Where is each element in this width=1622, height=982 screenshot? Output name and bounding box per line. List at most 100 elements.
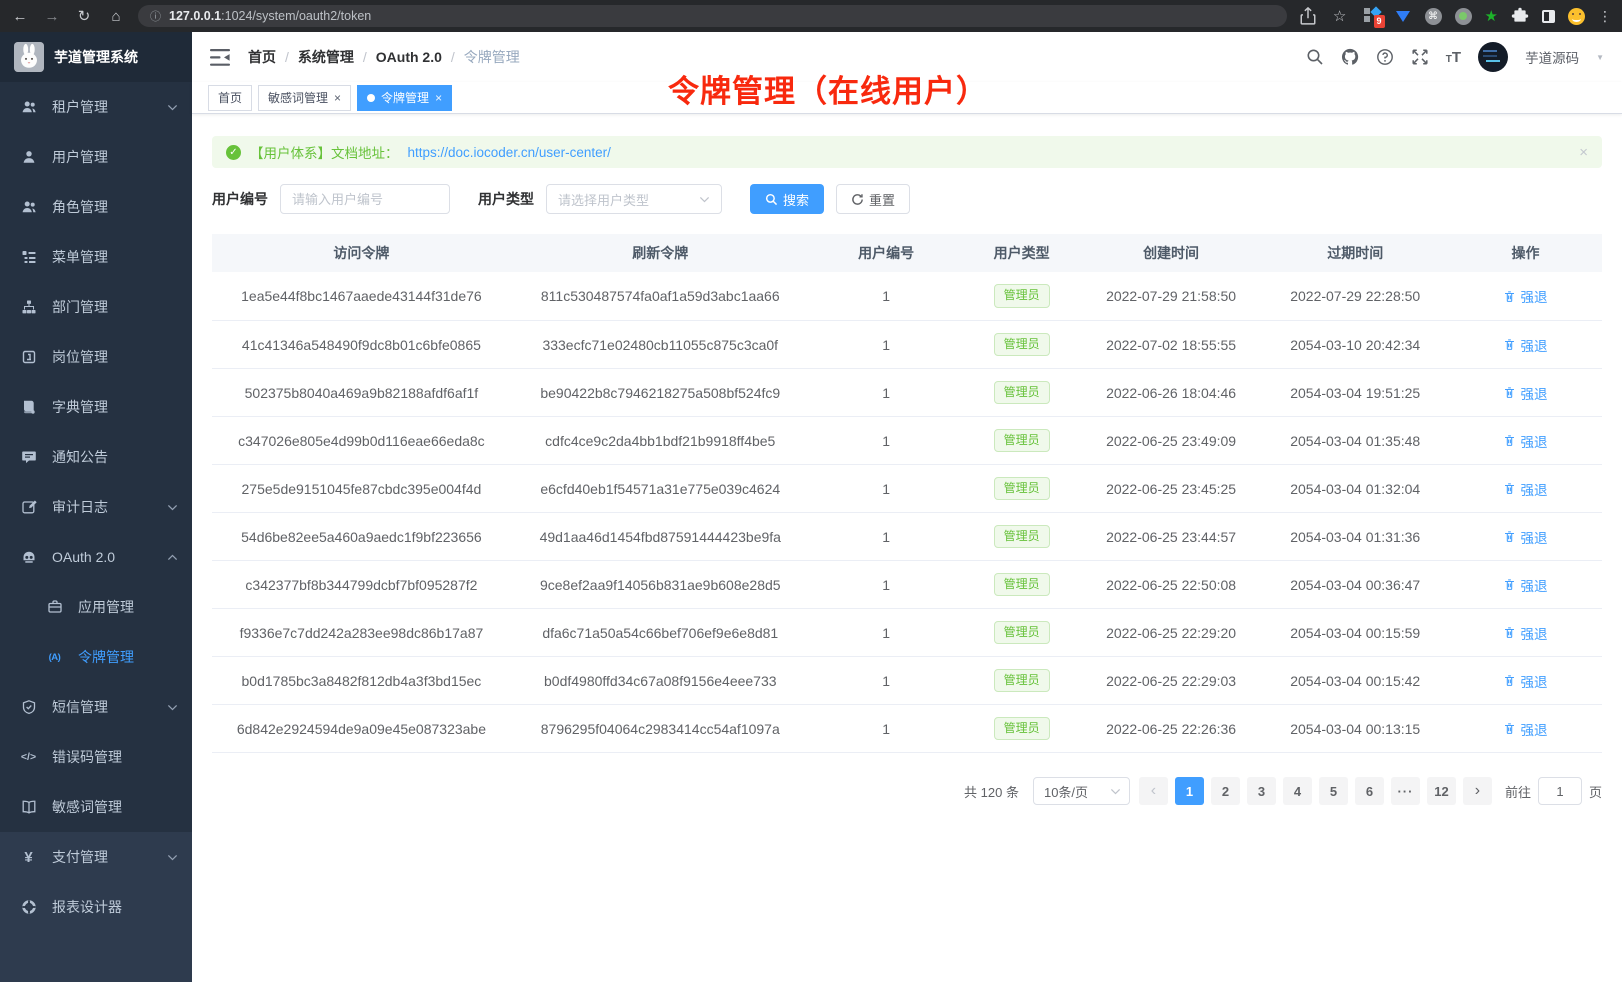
force-logout-button[interactable]: 强退 — [1503, 575, 1547, 595]
force-logout-button[interactable]: 强退 — [1503, 431, 1547, 451]
expires-cell: 2054-03-04 01:35:48 — [1261, 433, 1449, 449]
browser-menu-icon[interactable]: ⋮ — [1598, 8, 1612, 25]
sidebar-item-1[interactable]: 用户管理 — [0, 132, 192, 182]
profile-avatar-icon[interactable] — [1568, 8, 1585, 25]
tab-2[interactable]: 令牌管理× — [357, 85, 452, 111]
refresh-token-cell: 333ecfc71e02480cb11055c875c3ca0f — [511, 337, 810, 353]
page-button-5[interactable]: 5 — [1319, 777, 1348, 805]
close-icon[interactable]: × — [334, 92, 341, 104]
sidebar-item-10[interactable]: 短信管理 — [0, 682, 192, 732]
forward-icon[interactable]: → — [42, 8, 62, 25]
collapse-sidebar-icon[interactable] — [210, 49, 230, 66]
page-size-select[interactable]: 10条/页 — [1033, 777, 1130, 805]
report-lifebuoy-icon — [20, 899, 37, 916]
help-icon[interactable] — [1376, 48, 1394, 66]
force-logout-button[interactable]: 强退 — [1503, 335, 1547, 355]
alert-doc-link[interactable]: https://doc.iocoder.cn/user-center/ — [408, 145, 611, 160]
home-icon[interactable]: ⌂ — [106, 8, 126, 25]
page-button-4[interactable]: 4 — [1283, 777, 1312, 805]
username[interactable]: 芋道源码 — [1525, 47, 1579, 67]
prev-page-button[interactable]: ‹ — [1139, 777, 1168, 805]
back-icon[interactable]: ← — [10, 8, 30, 25]
user-type-select[interactable]: 请选择用户类型 — [546, 184, 722, 214]
force-logout-button[interactable]: 强退 — [1503, 527, 1547, 547]
reload-icon[interactable]: ↻ — [74, 7, 94, 25]
close-icon[interactable]: × — [435, 92, 442, 104]
search-button[interactable]: 搜索 — [750, 184, 824, 214]
sidebar-menu-bottom: ¥支付管理报表设计器 — [0, 832, 192, 982]
chevron-down-icon — [1110, 788, 1121, 795]
table-row: 502375b8040a469a9b82188afdf6af1fbe90422b… — [212, 368, 1602, 416]
command-extension-icon[interactable]: ⌘ — [1425, 8, 1442, 25]
tab-1[interactable]: 敏感词管理× — [258, 85, 351, 111]
sidebar-item-5[interactable]: 岗位管理 — [0, 332, 192, 382]
goto-page-input[interactable] — [1538, 777, 1582, 805]
sidebar-subitem-9-0[interactable]: 应用管理 — [0, 582, 192, 632]
page-button-1[interactable]: 1 — [1175, 777, 1204, 805]
sidebar-item-6[interactable]: 字典管理 — [0, 382, 192, 432]
app-logo-row[interactable]: 芋道管理系统 — [0, 32, 192, 82]
alert-close-icon[interactable]: × — [1579, 144, 1588, 161]
table-row: c347026e805e4d99b0d116eae66eda8ccdfc4ce9… — [212, 416, 1602, 464]
sidebar-item-9[interactable]: OAuth 2.0 — [0, 532, 192, 582]
force-logout-button[interactable]: 强退 — [1503, 286, 1547, 306]
chevron-down-icon — [167, 704, 178, 711]
breadcrumb-home[interactable]: 首页 — [248, 47, 276, 67]
side-panel-icon[interactable] — [1542, 10, 1555, 23]
user-type-tag: 管理员 — [994, 429, 1050, 453]
page-button-12[interactable]: 12 — [1427, 777, 1456, 805]
sidebar-item-12[interactable]: 敏感词管理 — [0, 782, 192, 832]
user-id-input[interactable] — [280, 184, 450, 214]
caret-down-icon[interactable]: ▼ — [1596, 53, 1604, 62]
force-logout-button[interactable]: 强退 — [1503, 671, 1547, 691]
recorder-extension-icon[interactable] — [1455, 8, 1472, 25]
star-extension-icon[interactable]: ★ — [1485, 7, 1498, 25]
sidebar-item-8[interactable]: 审计日志 — [0, 482, 192, 532]
user-id-label: 用户编号 — [212, 189, 268, 209]
filter-bar: 用户编号 用户类型 请选择用户类型 搜索 重置 — [212, 184, 1602, 214]
page-button-2[interactable]: 2 — [1211, 777, 1240, 805]
tab-0[interactable]: 首页 — [208, 85, 252, 111]
gem-extension-icon[interactable] — [1394, 7, 1412, 25]
sidebar-item-14[interactable]: 报表设计器 — [0, 882, 192, 932]
user-avatar[interactable] — [1478, 42, 1508, 72]
pager: ‹123456···12› — [1139, 777, 1492, 805]
page-button-6[interactable]: 6 — [1355, 777, 1384, 805]
breadcrumb-oauth[interactable]: OAuth 2.0 — [376, 49, 442, 65]
doc-alert: ✓ 【用户体系】文档地址： https://doc.iocoder.cn/use… — [212, 136, 1602, 168]
share-icon[interactable] — [1299, 7, 1317, 25]
sidebar-item-2[interactable]: 角色管理 — [0, 182, 192, 232]
font-size-icon[interactable]: TT — [1446, 49, 1461, 66]
fullscreen-icon[interactable] — [1411, 48, 1429, 66]
sidebar-subitem-9-1[interactable]: (A)令牌管理 — [0, 632, 192, 682]
search-icon[interactable] — [1306, 48, 1324, 66]
sidebar-item-4[interactable]: 部门管理 — [0, 282, 192, 332]
reset-button[interactable]: 重置 — [836, 184, 910, 214]
force-logout-button[interactable]: 强退 — [1503, 719, 1547, 739]
access-token-cell: 6d842e2924594de9a09e45e087323abe — [212, 721, 511, 737]
extension-grid-icon[interactable]: 9 — [1363, 7, 1381, 25]
page-button-3[interactable]: 3 — [1247, 777, 1276, 805]
sidebar-item-3[interactable]: 菜单管理 — [0, 232, 192, 282]
goto-suffix: 页 — [1589, 782, 1602, 801]
refresh-token-cell: e6cfd40eb1f54571a31e775e039c4624 — [511, 481, 810, 497]
site-info-icon[interactable]: ⓘ — [150, 8, 161, 24]
force-logout-button[interactable]: 强退 — [1503, 623, 1547, 643]
puzzle-extensions-icon[interactable] — [1511, 7, 1529, 25]
roles-icon — [20, 199, 37, 216]
token-signal-icon: (A) — [46, 649, 63, 666]
force-logout-button[interactable]: 强退 — [1503, 479, 1547, 499]
breadcrumb-system[interactable]: 系统管理 — [298, 47, 354, 67]
next-page-button[interactable]: › — [1463, 777, 1492, 805]
github-icon[interactable] — [1341, 48, 1359, 66]
force-logout-button[interactable]: 强退 — [1503, 383, 1547, 403]
sidebar-item-7[interactable]: 通知公告 — [0, 432, 192, 482]
bookmark-star-icon[interactable]: ☆ — [1330, 7, 1350, 25]
access-token-cell: 41c41346a548490f9dc8b01c6bfe0865 — [212, 337, 511, 353]
address-bar[interactable]: ⓘ 127.0.0.1:1024/system/oauth2/token — [138, 5, 1287, 27]
sidebar-item-0[interactable]: 租户管理 — [0, 82, 192, 132]
sidebar-item-11[interactable]: </>错误码管理 — [0, 732, 192, 782]
sidebar-item-13[interactable]: ¥支付管理 — [0, 832, 192, 882]
table-row: 54d6be82ee5a460a9aedc1f9bf22365649d1aa46… — [212, 512, 1602, 560]
page-button-···[interactable]: ··· — [1391, 777, 1420, 805]
